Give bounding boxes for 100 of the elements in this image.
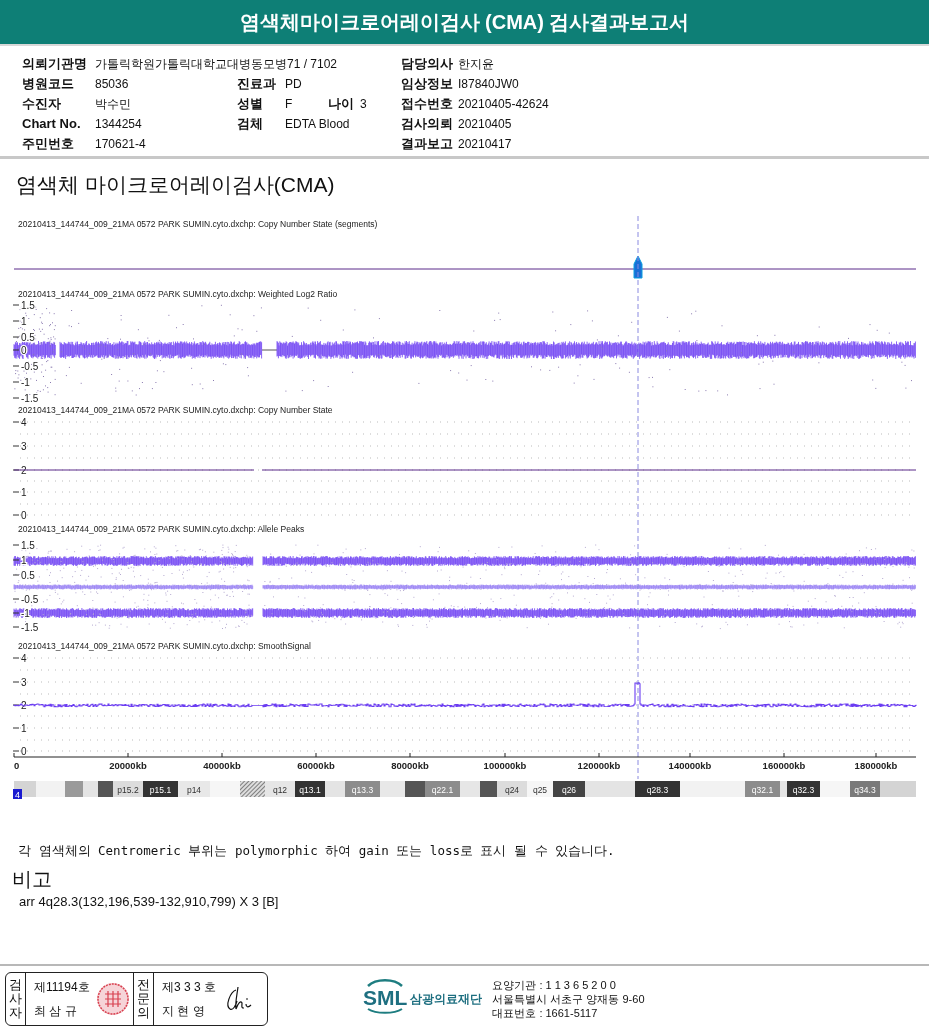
axis-tick-label: 1.5 <box>21 540 35 551</box>
field-label: 주민번호 <box>22 135 75 153</box>
band-label: q28.3 <box>646 785 669 795</box>
field-value: 20210405-42624 <box>458 96 549 113</box>
signer-name: 지 현 영 <box>162 1003 206 1020</box>
band-label: p15.2 <box>117 785 139 795</box>
logo-name: 삼광의료재단 <box>410 991 483 1008</box>
field-label: 의뢰기관명 <box>22 55 88 73</box>
plot-title: 20210413_144744_009_21MA 0572 PARK SUMIN.cyto.dxchp: SmoothSignal <box>18 641 311 651</box>
axis-tick-label: 1 <box>21 316 27 327</box>
band-label: q22.1 <box>431 785 454 795</box>
contact-line: 서울특별시 서초구 양재동 9-60 <box>492 992 645 1006</box>
field-label: 병원코드 <box>22 75 75 93</box>
axis-tick-label: -0.5 <box>21 361 39 372</box>
band-label: q13.3 <box>351 785 374 795</box>
band-label: q24 <box>504 785 520 795</box>
axis-tick-label: 3 <box>21 441 27 452</box>
axis-tick-label: 80000kb <box>391 760 429 771</box>
remarks-text: arr 4q28.3(132,196,539-132,910,799) X 3 [B] <box>18 892 280 911</box>
band-label: q13.1 <box>299 785 321 795</box>
field-value: F <box>285 96 294 113</box>
plot-title: 20210413_144744_009_21MA 0572 PARK SUMIN.cyto.dxchp: Copy Number State (segments) <box>18 219 378 229</box>
field-label: 접수번호 <box>401 95 454 113</box>
field-value: 20210417 <box>458 136 512 153</box>
marker-icon <box>633 255 643 279</box>
field-label: 결과보고 <box>401 135 454 153</box>
remarks-title: 비고 <box>11 866 53 891</box>
axis-tick-label: 1.5 <box>21 300 35 311</box>
note-text: 각 염색체의 Centromeric 부위는 polymorphic 하여 gain 또는 loss로 표시 될 수 있습니다. <box>17 842 616 860</box>
axis-tick-label: 1 <box>21 487 27 498</box>
license-number: 제3 3 3 호 <box>162 979 217 996</box>
field-label: Chart No. <box>22 115 82 133</box>
report-title: 염색체마이크로어레이검사 (CMA) 검사결과보고서 <box>239 10 690 35</box>
contact-line: 요양기관 : 1 1 3 6 5 2 0 0 <box>492 978 617 992</box>
plot-title: 20210413_144744_009_21MA 0572 PARK SUMIN.cyto.dxchp: Weighted Log2 Ratio <box>18 289 338 299</box>
axis-tick-label: 60000kb <box>297 760 335 771</box>
centromere-band <box>240 781 265 797</box>
axis-tick-label: -1.5 <box>21 622 39 633</box>
field-label: 검사의뢰 <box>401 115 454 133</box>
logo-mark: SML <box>363 986 408 1008</box>
band-label: q26 <box>561 785 577 795</box>
field-value: 한지윤 <box>458 56 494 73</box>
axis-tick-label: 160000kb <box>762 760 806 771</box>
axis-tick-label: 40000kb <box>203 760 241 771</box>
axis-tick-label: 180000kb <box>854 760 898 771</box>
contact-line: 대표번호 : 1661-5117 <box>492 1006 599 1020</box>
field-label: 임상정보 <box>401 75 454 93</box>
field-label: 담당의사 <box>401 55 454 73</box>
axis-tick-label: 3 <box>21 677 27 688</box>
band-label: q32.1 <box>751 785 774 795</box>
field-value: PD <box>285 76 302 93</box>
field-value: 170621-4 <box>95 136 146 153</box>
field-label: 나이 <box>328 95 355 113</box>
field-value: 20210405 <box>458 116 512 133</box>
chromosome-label: 4 <box>13 789 22 800</box>
field-value: 85036 <box>95 76 129 93</box>
field-label: 진료과 <box>237 75 277 93</box>
field-label: 검체 <box>237 115 264 133</box>
field-value: 박수민 <box>95 96 131 113</box>
axis-tick-label: -1 <box>21 377 30 388</box>
band-label: q25 <box>532 785 548 795</box>
axis-tick-label: 2 <box>21 465 27 476</box>
band-label: p14 <box>186 785 202 795</box>
signer-name: 최 삼 규 <box>34 1003 78 1020</box>
signer-role: 전문의 <box>137 977 150 1021</box>
axis-tick-label: 4 <box>21 653 27 664</box>
plot-title: 20210413_144744_009_21MA 0572 PARK SUMIN.cyto.dxchp: Allele Peaks <box>18 524 305 534</box>
axis-tick-label: -1 <box>21 608 30 619</box>
axis-tick-label: 1 <box>21 723 27 734</box>
field-value: EDTA Blood <box>285 116 350 133</box>
field-value: 가톨릭학원가톨릭대학교대병동모병71 / 7102 <box>95 56 338 73</box>
axis-tick-label: 140000kb <box>668 760 712 771</box>
band-label: q32.3 <box>792 785 815 795</box>
axis-tick-label: 0 <box>21 510 27 521</box>
band-label: q34.3 <box>854 785 876 795</box>
field-value: I87840JW0 <box>458 76 519 93</box>
field-value: 1344254 <box>95 116 142 133</box>
plot-title: 20210413_144744_009_21MA 0572 PARK SUMIN.cyto.dxchp: Copy Number State <box>18 405 333 415</box>
seal-icon <box>95 982 130 1016</box>
band-label: p15.1 <box>149 785 172 795</box>
axis-tick-label: 0 <box>21 345 27 356</box>
license-number: 제11194호 <box>34 979 90 996</box>
field-label: 수진자 <box>22 95 62 113</box>
axis-tick-label: 0 <box>14 760 20 771</box>
axis-tick-label: 1 <box>21 555 27 566</box>
axis-tick-label: 100000kb <box>483 760 527 771</box>
axis-tick-label: -1.5 <box>21 393 39 404</box>
axis-tick-label: -0.5 <box>21 594 39 605</box>
field-label: 성별 <box>237 95 264 113</box>
band-label: q12 <box>272 785 288 795</box>
signer-role: 검사자 <box>9 977 22 1021</box>
axis-tick-label: 4 <box>21 417 27 428</box>
axis-tick-label: 2 <box>21 700 27 711</box>
axis-tick-label: 0.5 <box>21 570 35 581</box>
axis-tick-label: 0 <box>21 746 27 757</box>
axis-tick-label: 120000kb <box>577 760 621 771</box>
field-value: 3 <box>360 96 367 113</box>
axis-tick-label: 20000kb <box>109 760 147 771</box>
section-title: 염색체 마이크로어레이검사(CMA) <box>15 172 336 198</box>
axis-tick-label: 0.5 <box>21 332 35 343</box>
